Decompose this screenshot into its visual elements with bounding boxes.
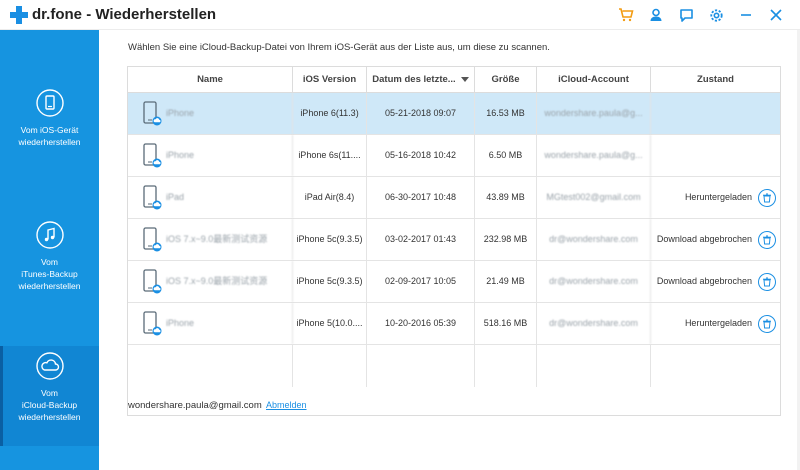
cell-size: 16.53 MB (475, 93, 537, 134)
delete-backup-icon[interactable] (758, 315, 776, 333)
feedback-icon[interactable] (676, 5, 696, 25)
column-header-name[interactable]: Name (128, 67, 293, 93)
cell-ios-version: iPhone 5c(9.3.5) (293, 261, 367, 302)
logout-link[interactable]: Abmelden (266, 400, 307, 410)
cart-icon[interactable] (616, 5, 636, 25)
cell-size: 6.50 MB (475, 135, 537, 176)
cell-icloud-account: wondershare.paula@g... (537, 135, 651, 176)
app-title: dr.fone - Wiederherstellen (32, 6, 216, 23)
cell-date: 05-21-2018 09:07 (367, 93, 475, 134)
backup-table: Name iOS Version Datum des letzte... Grö… (127, 66, 781, 416)
column-header-icloud-account[interactable]: iCloud-Account (537, 67, 651, 93)
cell-icloud-account: dr@wondershare.com (537, 219, 651, 260)
status-text: Heruntergeladen (684, 318, 752, 328)
cell-date: 06-30-2017 10:48 (367, 177, 475, 218)
sidebar-item-label-line1: Vom iOS-Gerät (20, 125, 79, 135)
table-row[interactable]: iOS 7.x~9.0最新测试资源 iPhone 5c(9.3.5) 03-02-2… (128, 219, 780, 261)
sidebar-item-label-line1: Vom (40, 257, 58, 267)
title-bar: dr.fone - Wiederherstellen (0, 0, 800, 30)
sidebar-item-label-line2: iTunes-Backup (21, 269, 78, 279)
ios-device-icon (35, 89, 64, 117)
column-header-size[interactable]: Größe (475, 67, 537, 93)
sidebar-item-label-line2: iCloud-Backup (21, 400, 78, 410)
cell-date: 03-02-2017 01:43 (367, 219, 475, 260)
cell-status: Heruntergeladen (651, 303, 780, 344)
cell-size: 232.98 MB (475, 219, 537, 260)
icloud-icon (35, 352, 64, 380)
sidebar-item-label-line1: Vom (40, 388, 58, 398)
table-header: Name iOS Version Datum des letzte... Grö… (128, 67, 780, 93)
table-row[interactable]: iPad iPad Air(8.4) 06-30-2017 10:48 43.89 M… (128, 177, 780, 219)
cell-icloud-account: dr@wondershare.com (537, 303, 651, 344)
sidebar-item-icloud-backup[interactable]: Vom iCloud-Backup wiederherstellen (0, 346, 99, 446)
account-email: wondershare.paula@gmail.com (128, 400, 262, 411)
delete-backup-icon[interactable] (758, 273, 776, 291)
sort-desc-icon (460, 76, 469, 82)
main-content: Wählen Sie eine iCloud-Backup-Datei von … (99, 30, 800, 470)
column-header-status[interactable]: Zustand (651, 67, 780, 93)
cell-status: Heruntergeladen (651, 177, 780, 218)
itunes-icon (35, 221, 64, 249)
sidebar: Vom iOS-Gerät wiederherstellen Vom iTune… (0, 30, 99, 470)
cell-ios-version: iPhone 6s(11.... (293, 135, 367, 176)
cell-size: 21.49 MB (475, 261, 537, 302)
delete-backup-icon[interactable] (758, 189, 776, 207)
cell-date: 10-20-2016 05:39 (367, 303, 475, 344)
cell-ios-version: iPhone 5(10.0.... (293, 303, 367, 344)
cell-status: Download abgebrochen (651, 219, 780, 260)
sidebar-item-itunes-backup[interactable]: Vom iTunes-Backup wiederherstellen (0, 220, 99, 300)
status-text: Download abgebrochen (656, 234, 752, 244)
status-text: Heruntergeladen (684, 192, 752, 202)
table-row[interactable]: iPhone iPhone 5(10.0.... 10-20-2016 05:39 5… (128, 303, 780, 345)
column-header-date[interactable]: Datum des letzte... (367, 67, 475, 93)
sidebar-item-label-line3: wiederherstellen (18, 281, 81, 291)
cell-name: iPhone (128, 135, 293, 176)
table-row[interactable]: iOS 7.x~9.0最新测试资源 iPhone 5c(9.3.5) 02-09-2… (128, 261, 780, 303)
settings-icon[interactable] (706, 5, 726, 25)
drfone-logo-icon (10, 6, 28, 24)
cell-date: 02-09-2017 10:05 (367, 261, 475, 302)
cell-size: 43.89 MB (475, 177, 537, 218)
delete-backup-icon[interactable] (758, 231, 776, 249)
cell-status (651, 135, 780, 176)
sidebar-item-label-line2: wiederherstellen (18, 137, 81, 147)
cell-icloud-account: dr@wondershare.com (537, 261, 651, 302)
sidebar-item-ios-device[interactable]: Vom iOS-Gerät wiederherstellen (0, 88, 99, 158)
cell-name: iPhone (128, 303, 293, 344)
brand-name: dr.fone (32, 6, 83, 23)
empty-row (128, 345, 780, 387)
status-text: Download abgebrochen (656, 276, 752, 286)
cell-date: 05-16-2018 10:42 (367, 135, 475, 176)
cell-icloud-account: MGtest002@gmail.com (537, 177, 651, 218)
cell-ios-version: iPad Air(8.4) (293, 177, 367, 218)
window-title: - Wiederherstellen (86, 6, 217, 23)
sidebar-item-label-line3: wiederherstellen (18, 412, 81, 422)
cell-ios-version: iPhone 5c(9.3.5) (293, 219, 367, 260)
instruction-text: Wählen Sie eine iCloud-Backup-Datei von … (128, 42, 550, 53)
cell-ios-version: iPhone 6(11.3) (293, 93, 367, 134)
table-row[interactable]: iPhone iPhone 6s(11.... 05-16-2018 10:42 6.… (128, 135, 780, 177)
cell-status: Download abgebrochen (651, 261, 780, 302)
close-icon[interactable] (766, 5, 786, 25)
cell-icloud-account: wondershare.paula@g... (537, 93, 651, 134)
table-row[interactable]: iPhone iPhone 6(11.3) 05-21-2018 09:07 16.5… (128, 93, 780, 135)
cell-name: iPad (128, 177, 293, 218)
minimize-icon[interactable] (736, 5, 756, 25)
column-header-ios-version[interactable]: iOS Version (293, 67, 367, 93)
cell-name: iOS 7.x~9.0最新测试资源 (128, 219, 293, 260)
user-icon[interactable] (646, 5, 666, 25)
cell-name: iOS 7.x~9.0最新测试资源 (128, 261, 293, 302)
cell-name: iPhone (128, 93, 293, 134)
cell-status (651, 93, 780, 134)
cell-size: 518.16 MB (475, 303, 537, 344)
